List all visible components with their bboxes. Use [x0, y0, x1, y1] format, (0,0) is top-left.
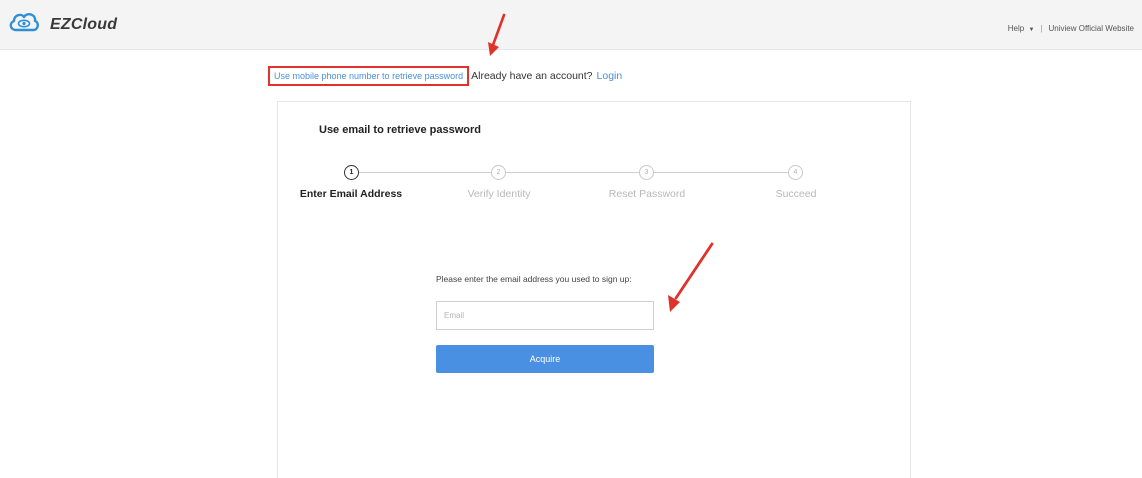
- acquire-button[interactable]: Acquire: [436, 345, 654, 373]
- account-link-row: Use mobile phone number to retrieve pass…: [268, 66, 622, 86]
- step-2-circle: 2: [491, 165, 506, 180]
- official-website-link[interactable]: Uniview Official Website: [1048, 24, 1134, 33]
- step-1-label: Enter Email Address: [299, 188, 403, 200]
- mobile-retrieve-link[interactable]: Use mobile phone number to retrieve pass…: [268, 66, 470, 86]
- retrieve-card: Use email to retrieve password 1 2 3 4 E…: [277, 101, 911, 478]
- logo-text: EZCloud: [50, 15, 118, 33]
- step-2-label: Verify Identity: [467, 188, 531, 200]
- step-4-label: Succeed: [775, 188, 817, 200]
- step-4-circle: 4: [788, 165, 803, 180]
- email-field[interactable]: [436, 301, 654, 330]
- top-links: Help ▼ | Uniview Official Website: [1008, 24, 1134, 33]
- login-link[interactable]: Login: [597, 70, 623, 82]
- card-title: Use email to retrieve password: [319, 124, 482, 136]
- step-3-circle: 3: [639, 165, 654, 180]
- help-label: Help: [1007, 24, 1025, 33]
- help-menu[interactable]: Help ▼: [1008, 24, 1035, 33]
- separator: |: [1040, 24, 1043, 33]
- top-header: EZCloud Help ▼ | Uniview Official Websit…: [0, 0, 1142, 50]
- logo[interactable]: EZCloud: [8, 10, 117, 39]
- step-3-label: Reset Password: [608, 188, 686, 200]
- annotation-arrow-up: [488, 13, 506, 56]
- annotation-arrow-email: [668, 242, 714, 312]
- step-1-circle: 1: [344, 165, 359, 180]
- steps-progress-line: [359, 172, 793, 173]
- caret-down-icon: ▼: [1028, 27, 1035, 33]
- have-account-text: Already have an account?: [471, 70, 593, 82]
- email-prompt: Please enter the email address you used …: [436, 274, 632, 284]
- cloud-eye-icon: [8, 10, 40, 39]
